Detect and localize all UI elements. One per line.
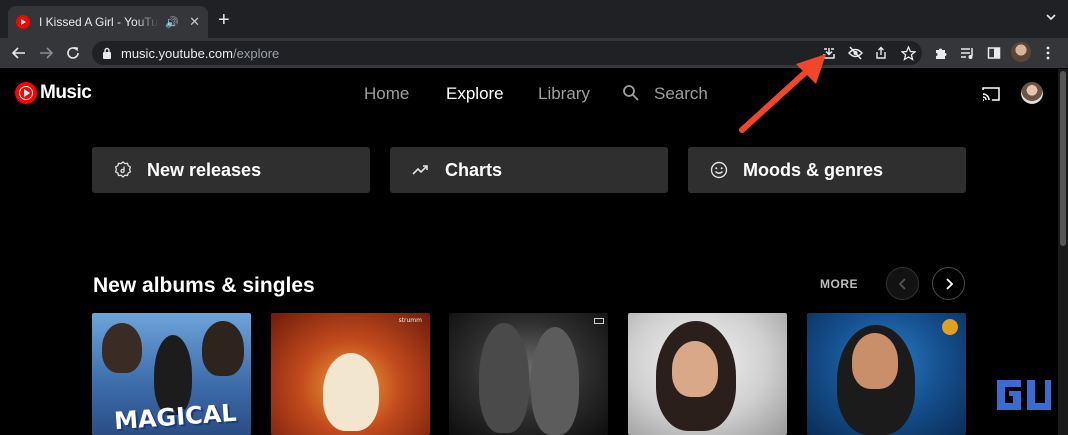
address-bar[interactable]: music.youtube.com/explore [92, 41, 922, 65]
media-queue-icon [960, 48, 973, 59]
carousel-next-button[interactable] [932, 267, 965, 300]
youtube-music-logo-icon [15, 82, 37, 104]
reload-icon [67, 47, 79, 59]
account-avatar[interactable] [1021, 82, 1043, 104]
section-title: New albums & singles [93, 274, 315, 297]
youtube-music-favicon-icon [16, 15, 30, 29]
nav-search[interactable]: Search [654, 84, 708, 104]
star-icon [900, 45, 916, 61]
url-host: music.youtube.com [121, 45, 233, 61]
album-art-caption: MAGICAL [113, 398, 238, 435]
page-scrollbar[interactable] [1058, 69, 1068, 435]
carousel-prev-button[interactable] [886, 267, 919, 300]
browser-profile-avatar[interactable] [1011, 42, 1031, 62]
album-card[interactable] [628, 313, 787, 435]
search-icon[interactable] [622, 84, 640, 102]
trending-icon [412, 161, 430, 179]
scrollbar-thumb[interactable] [1060, 71, 1066, 246]
album-card[interactable]: MAGICAL [92, 313, 251, 435]
album-art-figure [102, 323, 142, 373]
browser-tab[interactable]: I Kissed A Girl - YouTube Music 🔊 ✕ [8, 6, 208, 38]
album-art-logo [942, 319, 958, 335]
puzzle-icon [936, 48, 947, 59]
kebab-menu-icon [1046, 46, 1050, 60]
chevron-right-icon [945, 277, 953, 290]
side-panel-button[interactable] [985, 44, 1003, 62]
album-card[interactable] [807, 313, 966, 435]
browser-tabstrip: I Kissed A Girl - YouTube Music 🔊 ✕ + [0, 0, 1068, 38]
album-art-figure [479, 323, 529, 433]
album-art-figure [202, 321, 244, 376]
arrow-left-icon [12, 47, 25, 59]
album-art-face [672, 341, 718, 397]
tab-title: I Kissed A Girl - YouTube Music [39, 15, 159, 29]
tab-close-icon[interactable]: ✕ [189, 14, 200, 30]
install-app-icon [823, 48, 835, 59]
speaker-icon[interactable]: 🔊 [165, 16, 179, 29]
chip-moods-genres[interactable]: Moods & genres [688, 147, 966, 193]
browser-toolbar: music.youtube.com/explore [0, 38, 1068, 68]
nav-home[interactable]: Home [364, 84, 409, 104]
tracking-protection-button[interactable] [846, 44, 864, 62]
eye-slash-icon [847, 46, 863, 60]
ytmusic-header: Music Home Explore Library Search [0, 69, 1058, 119]
chevron-left-icon [898, 277, 906, 290]
new-releases-icon [114, 161, 132, 179]
album-art-logo [594, 318, 604, 324]
album-art-label: strumm [398, 317, 422, 324]
install-app-button[interactable] [820, 44, 838, 62]
chip-label: Moods & genres [743, 159, 884, 180]
bookmark-button[interactable] [899, 44, 917, 62]
browser-menu-button[interactable] [1039, 44, 1057, 62]
more-button[interactable]: MORE [820, 277, 858, 291]
new-tab-button[interactable]: + [218, 10, 230, 30]
url-path: /explore [233, 45, 280, 61]
back-button[interactable] [9, 43, 29, 63]
media-control-button[interactable] [958, 44, 976, 62]
album-art-figure [531, 327, 579, 435]
share-button[interactable] [872, 44, 890, 62]
album-card[interactable] [449, 313, 608, 435]
reload-button[interactable] [63, 43, 83, 63]
chip-label: Charts [445, 159, 503, 180]
extensions-button[interactable] [932, 44, 950, 62]
album-card[interactable]: strumm [271, 313, 430, 435]
nav-library[interactable]: Library [538, 84, 590, 104]
side-panel-icon [987, 47, 1001, 59]
nav-explore[interactable]: Explore [446, 84, 504, 104]
smiley-icon [710, 161, 728, 179]
chip-new-releases[interactable]: New releases [92, 147, 370, 193]
chip-charts[interactable]: Charts [390, 147, 668, 193]
album-art-face [852, 333, 898, 389]
ytmusic-logo[interactable]: Music [15, 82, 92, 104]
watermark-logo-icon [997, 380, 1051, 410]
tab-search-chevron-icon[interactable] [1046, 12, 1056, 22]
forward-button[interactable] [36, 43, 56, 63]
chip-label: New releases [147, 159, 262, 180]
lock-icon[interactable] [102, 47, 112, 59]
logo-text: Music [40, 82, 92, 103]
cast-icon[interactable] [982, 86, 1000, 102]
share-icon [876, 46, 886, 59]
album-art-figure [323, 353, 379, 431]
arrow-right-icon [40, 47, 53, 59]
